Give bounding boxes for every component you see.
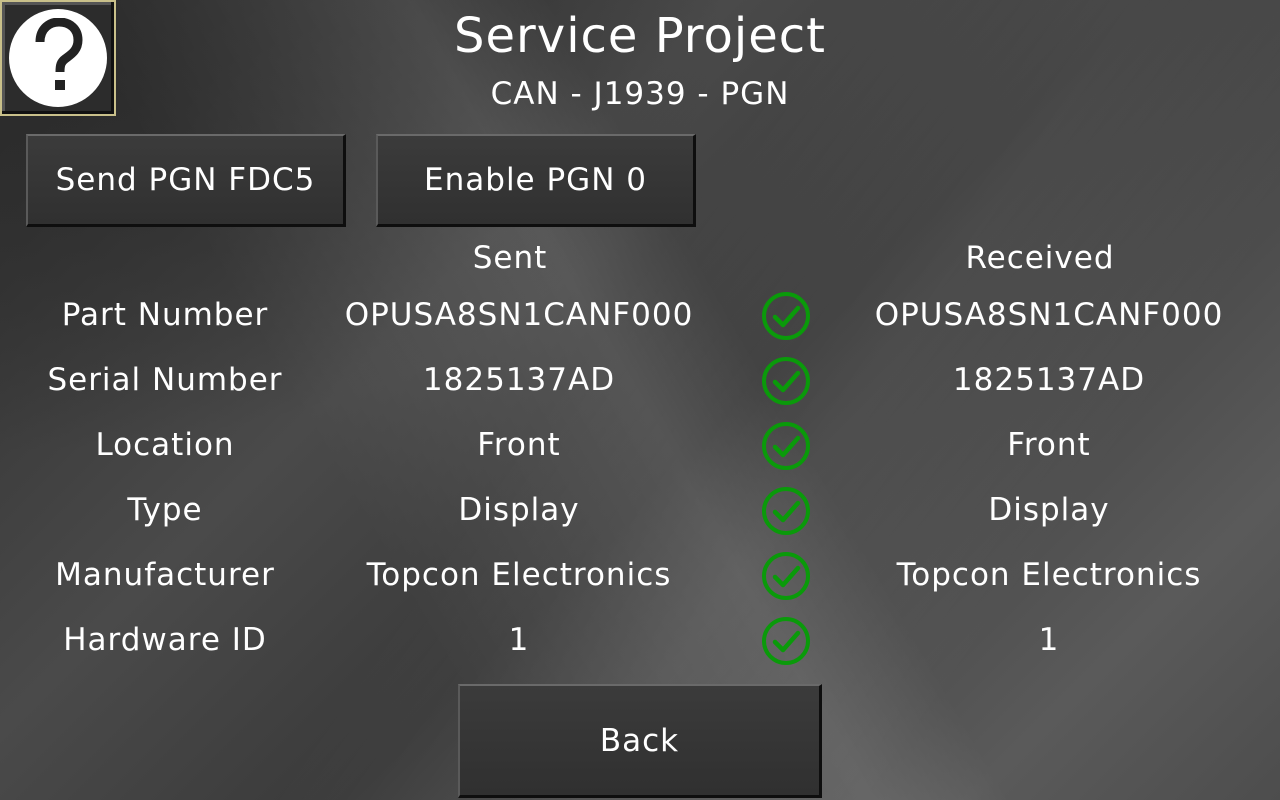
check-circle-icon — [760, 283, 812, 348]
table-row: Location Front Front — [0, 413, 1280, 478]
row-label: Type — [127, 492, 203, 528]
row-label: Serial Number — [47, 362, 283, 398]
received-value: 1 — [1038, 622, 1060, 658]
table-row: Serial Number 1825137AD 1825137AD — [0, 348, 1280, 413]
sent-value: Topcon Electronics — [366, 557, 672, 593]
received-value: Topcon Electronics — [896, 557, 1202, 593]
table-row: Type Display Display — [0, 478, 1280, 543]
page-subtitle: CAN - J1939 - PGN — [490, 76, 790, 112]
table-row: Hardware ID 1 1 — [0, 608, 1280, 673]
check-circle-icon — [760, 478, 812, 543]
sent-value: 1 — [508, 622, 530, 658]
received-value: OPUSA8SN1CANF000 — [874, 297, 1224, 333]
send-pgn-button[interactable]: Send PGN FDC5 — [26, 134, 346, 227]
row-label: Part Number — [61, 297, 269, 333]
sent-column-header: Sent — [472, 240, 548, 276]
row-label: Manufacturer — [55, 557, 275, 593]
comparison-table: Part Number OPUSA8SN1CANF000 OPUSA8SN1CA… — [0, 283, 1280, 673]
received-value: Display — [988, 492, 1110, 528]
check-circle-icon — [760, 348, 812, 413]
sent-value: 1825137AD — [422, 362, 616, 398]
back-button[interactable]: Back — [458, 684, 822, 798]
row-label: Hardware ID — [63, 622, 267, 658]
check-circle-icon — [760, 608, 812, 673]
table-row: Manufacturer Topcon Electronics Topcon E… — [0, 543, 1280, 608]
check-circle-icon — [760, 413, 812, 478]
received-value: Front — [1007, 427, 1091, 463]
page-title: Service Project — [454, 8, 826, 64]
sent-value: Front — [477, 427, 561, 463]
sent-value: Display — [458, 492, 580, 528]
received-value: 1825137AD — [952, 362, 1146, 398]
row-label: Location — [95, 427, 235, 463]
check-circle-icon — [760, 543, 812, 608]
received-column-header: Received — [965, 240, 1115, 276]
enable-pgn-button[interactable]: Enable PGN 0 — [376, 134, 696, 227]
table-row: Part Number OPUSA8SN1CANF000 OPUSA8SN1CA… — [0, 283, 1280, 348]
sent-value: OPUSA8SN1CANF000 — [344, 297, 694, 333]
